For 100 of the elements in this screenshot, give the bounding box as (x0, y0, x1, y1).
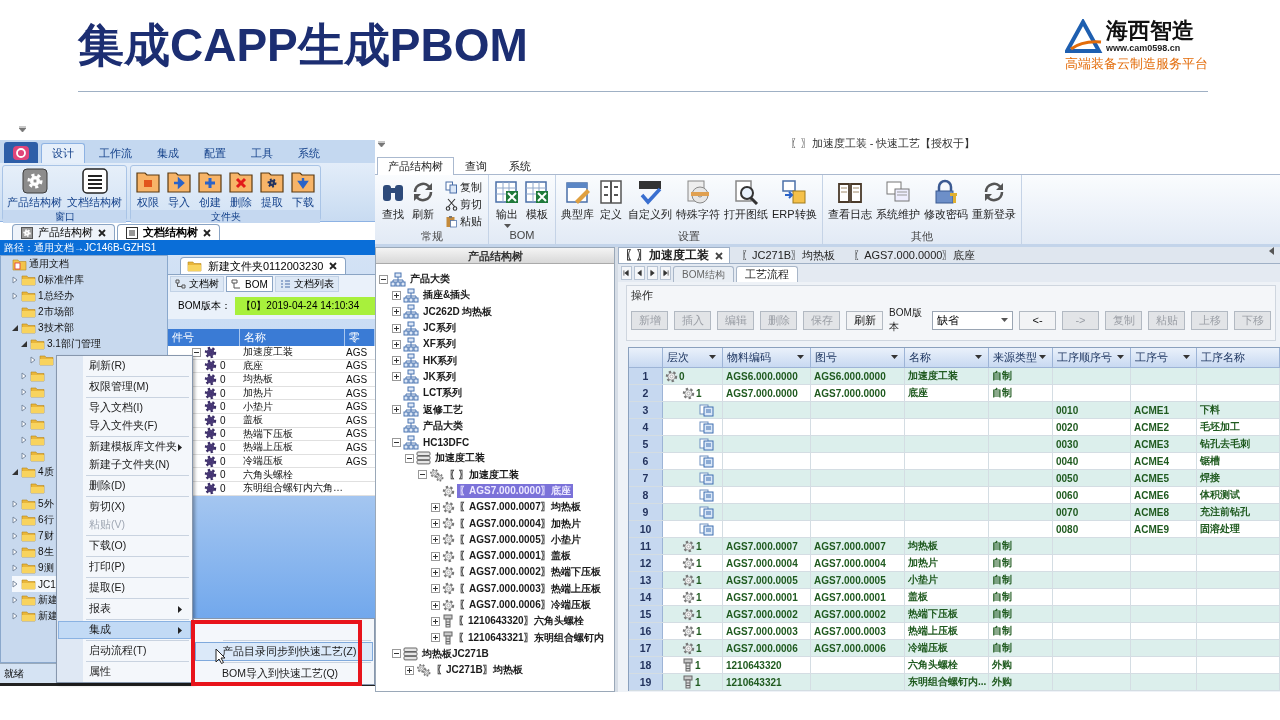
menu-item[interactable]: 剪切(X) (58, 498, 191, 516)
ribbon-tab[interactable]: 产品结构树 (377, 157, 454, 175)
tree-item[interactable] (30, 352, 56, 368)
tree-item[interactable]: 〖1210643321〗东明组合螺钉内 (456, 630, 606, 645)
menu-item[interactable]: 集成 (58, 621, 191, 639)
menu-item[interactable]: 提取(E) (58, 579, 191, 597)
document-tab[interactable]: 新建文件夹0112003230 (180, 257, 347, 274)
tree-item[interactable]: 〖AGS7.000.0003〗热端上压板 (457, 581, 603, 596)
ribbon-tab[interactable]: 工具 (240, 143, 284, 163)
menu-item[interactable]: 刷新(R) (58, 357, 191, 375)
tree-item[interactable] (21, 448, 47, 464)
view-tab[interactable]: BOM (226, 276, 273, 292)
last-page-button[interactable] (660, 266, 671, 280)
ribbon-tab[interactable]: 系统 (498, 157, 542, 175)
tree-item[interactable]: 9测 (12, 560, 56, 576)
tree-item[interactable]: 〖AGS7.000.0004〗加热片 (457, 516, 583, 531)
ribbon-button[interactable]: 产品结构树 (5, 168, 64, 210)
menu-item[interactable]: 权限管理(M) (58, 378, 191, 396)
menu-item[interactable]: BOM导入到快速工艺(Q) (195, 664, 373, 683)
column-header[interactable]: 图号 (811, 348, 905, 368)
tree-item[interactable]: 2市场部 (12, 304, 76, 320)
ribbon-tab[interactable]: 系统 (287, 143, 331, 163)
tree-item[interactable] (21, 432, 47, 448)
ribbon-button[interactable]: 下载 (288, 168, 318, 210)
menu-item[interactable]: 导入文档(I) (58, 399, 191, 417)
ribbon-button[interactable]: 自定义列 (627, 179, 673, 229)
menu-item[interactable]: 新建模板库文件夹 (58, 438, 191, 456)
ribbon-button[interactable]: 复制 (443, 179, 484, 195)
tree-item[interactable]: 返修工艺 (421, 402, 465, 417)
tree-item[interactable]: 6行 (12, 512, 56, 528)
next-button[interactable] (647, 266, 658, 280)
column-header[interactable]: 来源类型 (989, 348, 1053, 368)
tree-item[interactable]: 4质 (12, 464, 56, 480)
ribbon-button[interactable]: 打开图纸 (723, 179, 769, 229)
tree-item[interactable]: HK系列 (421, 353, 460, 368)
column-header[interactable]: 工序号 (1131, 348, 1197, 368)
ribbon-tab[interactable]: 配置 (193, 143, 237, 163)
menu-item[interactable]: 启动流程(T) (58, 642, 191, 660)
column-header[interactable]: 工序名称 (1197, 348, 1280, 368)
ribbon-button[interactable]: 典型库 (560, 179, 595, 229)
tree-item[interactable]: 〖AGS7.000.0006〗冷端压板 (457, 598, 593, 613)
tree-item[interactable]: 〖AGS7.000.0007〗均热板 (457, 500, 583, 515)
tree-item[interactable]: JC1 (12, 576, 58, 592)
tree-item[interactable]: 3技术部 (12, 320, 76, 336)
first-page-button[interactable] (621, 266, 632, 280)
ribbon-button[interactable]: 重新登录 (970, 179, 1017, 229)
tree-item[interactable]: XF系列 (421, 337, 458, 352)
menu-item[interactable]: 下载(O) (58, 537, 191, 555)
tree-item[interactable] (21, 384, 47, 400)
ribbon-button[interactable]: 粘贴 (443, 213, 484, 229)
view-tab[interactable]: 工艺流程 (735, 266, 798, 282)
ribbon-button[interactable]: 系统维护 (874, 179, 921, 229)
version-select[interactable]: 缺省 (932, 310, 1013, 330)
menu-item[interactable]: 导入文件夹(F) (58, 417, 191, 435)
tree-item[interactable]: 〖1210643320〗六角头螺栓 (456, 614, 586, 629)
document-tab[interactable]: 产品结构树 (12, 224, 115, 240)
tree-item[interactable]: 1总经办 (12, 288, 76, 304)
tree-item[interactable]: 〖AGS7.000.0001〗盖板 (457, 549, 573, 564)
ribbon-button[interactable]: 提取 (257, 168, 287, 210)
ribbon-button[interactable]: 刷新 (409, 179, 437, 229)
tree-item[interactable]: 〖JC271B〗均热板 (434, 663, 525, 678)
tree-item[interactable]: 均热板JC271B (420, 646, 491, 661)
tree-item[interactable]: JC系列 (421, 321, 458, 336)
view-tab[interactable]: BOM结构 (673, 266, 734, 282)
ribbon-button[interactable]: 文档结构树 (65, 168, 124, 210)
document-tab[interactable]: 文档结构树 (117, 224, 220, 240)
tree-item[interactable] (21, 368, 47, 384)
view-tab[interactable]: 文档树 (170, 276, 224, 292)
ribbon-tab[interactable]: 工作流 (88, 143, 143, 163)
column-header[interactable]: 工序顺序号 (1053, 348, 1131, 368)
action-button[interactable]: 刷新 (846, 310, 883, 330)
view-tab[interactable]: 文档列表 (274, 276, 339, 292)
menu-item[interactable]: 属性 (58, 663, 191, 681)
tree-item[interactable]: HC13DFC (421, 436, 472, 448)
document-tab[interactable]: 〖JC271B〗均热板 (734, 247, 843, 263)
ribbon-button[interactable]: 查找 (379, 179, 407, 229)
ribbon-button[interactable]: 特殊字符 (675, 179, 721, 229)
column-header[interactable]: 层次 (663, 348, 723, 368)
tree-item[interactable] (21, 400, 47, 416)
ribbon-button[interactable]: 模板 (523, 179, 551, 229)
ribbon-button[interactable]: 定义 (597, 179, 625, 229)
menu-item[interactable]: 报表 (58, 600, 191, 618)
tree-item[interactable]: 〖〗加速度工装 (447, 467, 521, 482)
document-tab[interactable]: 〖AGS7.000.0000〗底座 (846, 247, 983, 263)
tree-item[interactable]: 产品大类 (421, 418, 465, 433)
tree-item[interactable]: 加速度工装 (433, 451, 487, 466)
ribbon-button[interactable]: 输出 (493, 179, 521, 229)
ribbon-button[interactable]: 权限 (133, 168, 163, 210)
tree-item[interactable]: 〖AGS7.000.0005〗小垫片 (457, 532, 583, 547)
tree-item[interactable]: JC262D 均热板 (421, 304, 495, 319)
ribbon-tab[interactable]: 查询 (454, 157, 498, 175)
ribbon-button[interactable]: 导入 (164, 168, 194, 210)
ribbon-tab[interactable]: 集成 (146, 143, 190, 163)
tree-item[interactable]: LCT系列 (421, 386, 465, 401)
column-header[interactable]: 名称 (905, 348, 989, 368)
tree-item[interactable]: 〖AGS7.000.0002〗热端下压板 (457, 565, 603, 580)
menu-item[interactable]: 新建子文件夹(N) (58, 456, 191, 474)
ribbon-button[interactable]: 创建 (195, 168, 225, 210)
ribbon-button[interactable]: 删除 (226, 168, 256, 210)
app-menu-button[interactable] (4, 142, 38, 163)
